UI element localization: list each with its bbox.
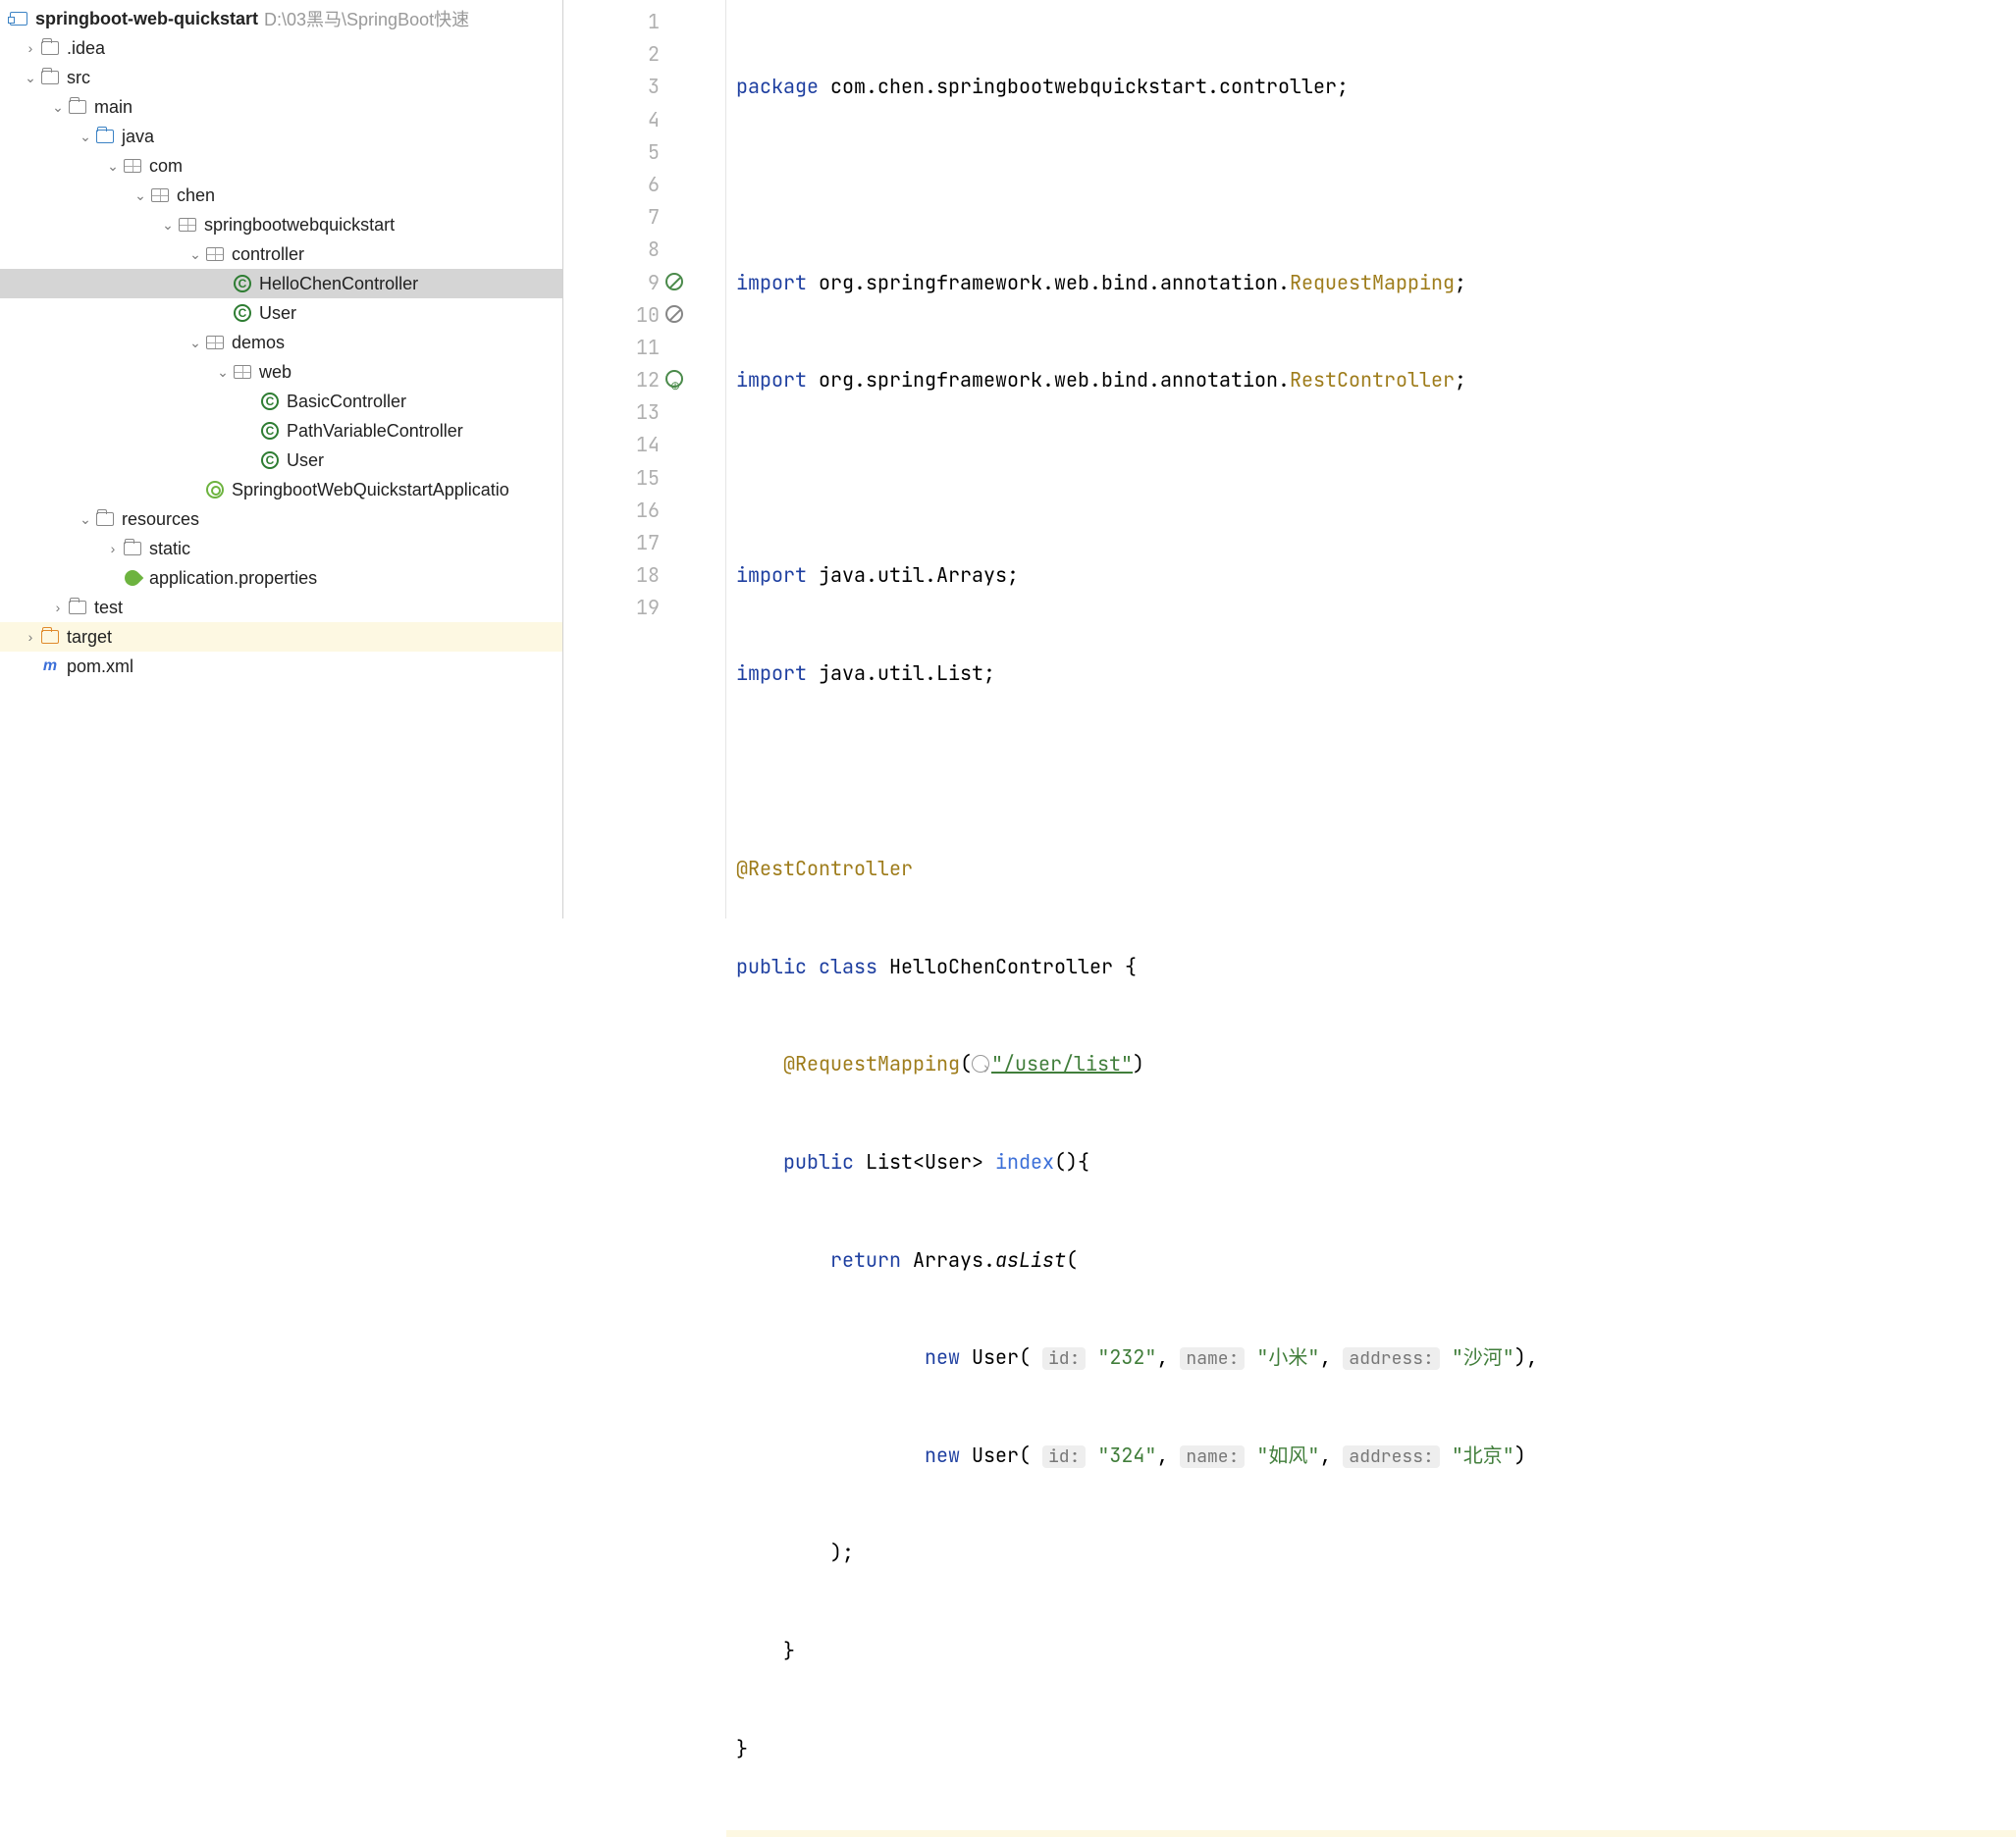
tree-item-resources[interactable]: ⌄ resources (0, 504, 562, 534)
tree-item-idea[interactable]: › .idea (0, 33, 562, 63)
inlay-hint: address: (1343, 1347, 1439, 1370)
tree-item-pathvar-controller[interactable]: C PathVariableController (0, 416, 562, 446)
class-icon: C (259, 391, 281, 412)
tree-item-web[interactable]: ⌄ web (0, 357, 562, 387)
line-number: 6 (563, 169, 660, 201)
project-name: springboot-web-quickstart (35, 9, 258, 29)
line-number: 10 (563, 299, 660, 332)
inlay-hint: id: (1042, 1347, 1086, 1370)
tree-item-appprops[interactable]: application.properties (0, 563, 562, 593)
folder-icon (67, 597, 88, 618)
gutter-icon[interactable] (665, 305, 683, 323)
gutter-icon[interactable] (665, 370, 683, 388)
tree-item-user2[interactable]: C User (0, 446, 562, 475)
chevron-right-icon: › (22, 40, 39, 56)
line-number: 17 (563, 527, 660, 559)
class-icon: C (259, 420, 281, 442)
chevron-right-icon: › (104, 541, 122, 556)
line-number: 13 (563, 396, 660, 429)
package-icon (204, 243, 226, 265)
line-number: 12 (563, 364, 660, 396)
inlay-hint: id: (1042, 1445, 1086, 1468)
line-number: 15 (563, 462, 660, 495)
gutter-icon[interactable] (665, 273, 683, 290)
code-area[interactable]: package com.chen.springbootwebquickstart… (726, 0, 2016, 918)
class-icon: C (232, 273, 253, 294)
tree-item-controller[interactable]: ⌄ controller (0, 239, 562, 269)
line-number: 18 (563, 559, 660, 592)
chevron-down-icon: ⌄ (77, 129, 94, 145)
line-number: 1 (563, 6, 660, 38)
tree-project-root[interactable]: springboot-web-quickstart D:\03黑马\Spring… (0, 4, 562, 33)
line-number: 14 (563, 429, 660, 461)
package-icon (232, 361, 253, 383)
resources-folder-icon (94, 508, 116, 530)
tree-item-com[interactable]: ⌄ com (0, 151, 562, 181)
tree-item-test[interactable]: › test (0, 593, 562, 622)
source-folder-icon (94, 126, 116, 147)
package-icon (204, 332, 226, 353)
chevron-down-icon: ⌄ (49, 99, 67, 116)
line-number: 7 (563, 201, 660, 234)
project-path: D:\03黑马\SpringBoot快速 (264, 6, 469, 31)
line-number: 11 (563, 332, 660, 364)
chevron-down-icon: ⌄ (214, 364, 232, 381)
inlay-hint: name: (1180, 1445, 1245, 1468)
chevron-right-icon: › (22, 629, 39, 645)
gutter-margin (687, 0, 726, 918)
tree-item-chen[interactable]: ⌄ chen (0, 181, 562, 210)
tree-item-src[interactable]: ⌄ src (0, 63, 562, 92)
line-number: 19 (563, 592, 660, 624)
folder-icon (67, 96, 88, 118)
line-number: 5 (563, 136, 660, 169)
tree-item-hello-controller[interactable]: C HelloChenController (0, 269, 562, 298)
tree-item-sbwq[interactable]: ⌄ springbootwebquickstart (0, 210, 562, 239)
leaf-icon (122, 567, 143, 589)
maven-icon: m (39, 656, 61, 677)
annotation-restcontroller: @RestController (736, 856, 913, 881)
chevron-down-icon: ⌄ (104, 158, 122, 175)
tree-item-application[interactable]: SpringbootWebQuickstartApplicatio (0, 475, 562, 504)
line-number: 2 (563, 38, 660, 71)
inlay-hint: name: (1180, 1347, 1245, 1370)
code-editor[interactable]: 1 2 3 4 5 6 7 8 9 10 11 12 13 14 15 16 1… (563, 0, 2016, 918)
class-icon: C (232, 302, 253, 324)
chevron-down-icon: ⌄ (132, 187, 149, 204)
chevron-right-icon: › (49, 600, 67, 615)
chevron-down-icon: ⌄ (186, 335, 204, 351)
url-icon[interactable] (972, 1055, 989, 1073)
tree-item-basic-controller[interactable]: C BasicController (0, 387, 562, 416)
chevron-down-icon: ⌄ (22, 70, 39, 86)
tree-item-static[interactable]: › static (0, 534, 562, 563)
package-icon (122, 155, 143, 177)
line-number: 3 (563, 71, 660, 103)
tree-item-java[interactable]: ⌄ java (0, 122, 562, 151)
package-icon (149, 184, 171, 206)
annotation-requestmapping: @RequestMapping (783, 1051, 960, 1076)
project-icon (8, 8, 29, 29)
chevron-down-icon: ⌄ (186, 246, 204, 263)
tree-item-main[interactable]: ⌄ main (0, 92, 562, 122)
tree-item-demos[interactable]: ⌄ demos (0, 328, 562, 357)
tree-item-target[interactable]: › target (0, 622, 562, 652)
tree-item-user[interactable]: C User (0, 298, 562, 328)
inlay-hint: address: (1343, 1445, 1439, 1468)
line-number-gutter: 1 2 3 4 5 6 7 8 9 10 11 12 13 14 15 16 1… (563, 0, 687, 918)
folder-icon (39, 37, 61, 59)
package-icon (177, 214, 198, 236)
folder-icon (39, 67, 61, 88)
chevron-down-icon: ⌄ (77, 511, 94, 528)
chevron-down-icon: ⌄ (159, 217, 177, 234)
class-icon: C (259, 449, 281, 471)
current-line (726, 1830, 2016, 1837)
project-tree[interactable]: springboot-web-quickstart D:\03黑马\Spring… (0, 0, 563, 918)
line-number: 4 (563, 104, 660, 136)
line-number: 16 (563, 495, 660, 527)
spring-icon (204, 479, 226, 500)
line-number: 9 (563, 267, 660, 299)
folder-icon (122, 538, 143, 559)
tree-item-pom[interactable]: m pom.xml (0, 652, 562, 681)
line-number: 8 (563, 234, 660, 266)
target-folder-icon (39, 626, 61, 648)
